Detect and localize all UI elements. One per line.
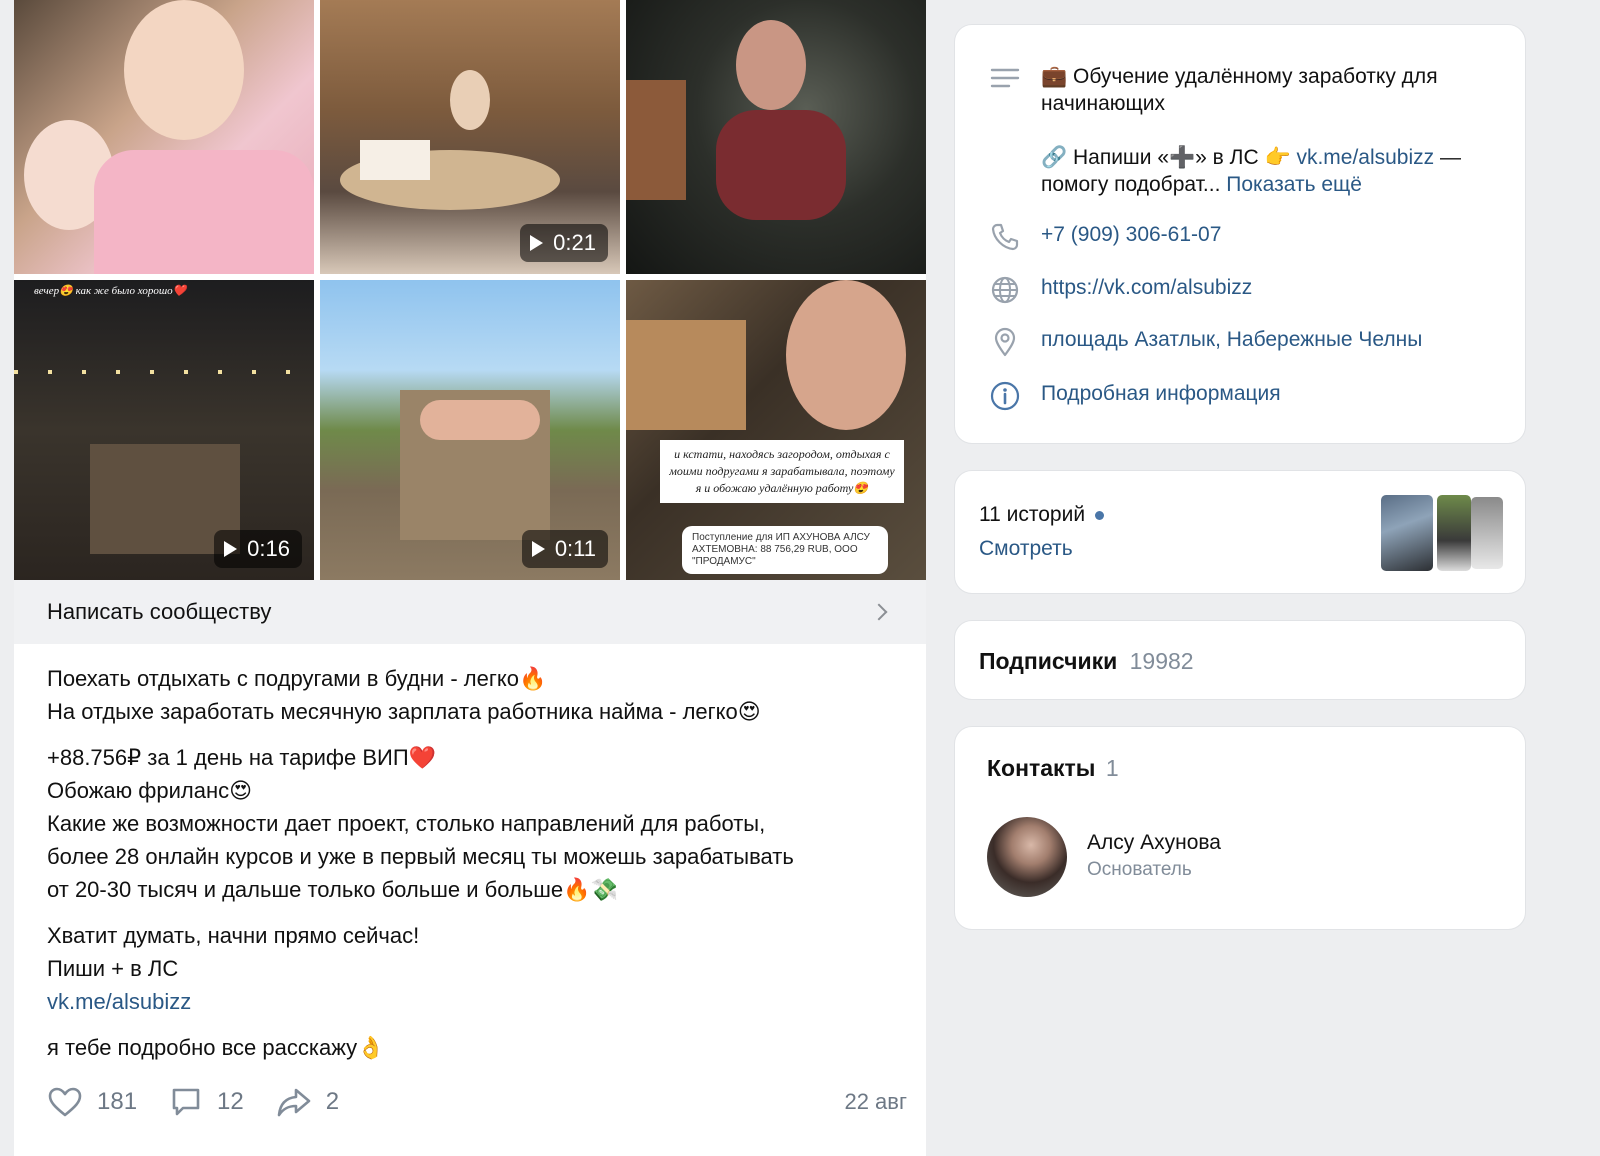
contact-role: Основатель	[1087, 859, 1192, 880]
address-link[interactable]: площадь Азатлык, Набережные Челны	[1041, 326, 1422, 353]
subscribers-label: Подписчики	[979, 648, 1118, 674]
menu-lines-icon	[990, 68, 1020, 88]
stories-count: 11 историй	[979, 503, 1086, 526]
story-thumbnails[interactable]	[1381, 495, 1503, 571]
contacts-count: 1	[1105, 755, 1119, 781]
post-text: Поехать отдыхать с подругами в будни - л…	[47, 662, 907, 1077]
description-line: 💼 Обучение удалённому заработку для	[1041, 65, 1438, 88]
comment-icon	[172, 1088, 200, 1116]
share-count: 2	[325, 1088, 340, 1115]
story-caption: вечер😍 как же было хорошо❤️	[34, 285, 187, 297]
post-text-line: Пиши + в ЛС	[47, 956, 179, 981]
community-description: 💼 Обучение удалённому заработку для начи…	[1041, 63, 1501, 198]
subscribers-row: Подписчики 19982	[979, 648, 1194, 675]
location-pin-icon	[994, 327, 1016, 357]
post-text-line: от 20-30 тысяч и дальше только больше и …	[47, 877, 618, 902]
description-line: 🔗 Напиши «➕» в ЛС 👉	[1041, 146, 1297, 169]
description-link[interactable]: vk.me/alsubizz	[1296, 146, 1434, 169]
post-card: 0:21 вечер😍 как же было хорошо❤️ 0:16 0:…	[14, 0, 926, 1156]
write-to-community-button[interactable]: Написать сообществу	[14, 580, 926, 644]
details-row[interactable]: Подробная информация	[989, 380, 1281, 412]
website-link[interactable]: https://vk.com/alsubizz	[1041, 274, 1252, 301]
contact-item[interactable]: Алсу Ахунова Основатель	[987, 817, 1487, 897]
story-thumbnail	[1471, 497, 1503, 569]
contacts-card: Контакты 1 Алсу Ахунова Основатель	[954, 726, 1526, 930]
post-link[interactable]: vk.me/alsubizz	[47, 989, 191, 1014]
story-thumbnail	[1381, 495, 1433, 571]
avatar[interactable]	[987, 817, 1067, 897]
play-icon	[530, 235, 544, 251]
subscribers-count: 19982	[1129, 648, 1194, 674]
story-thumbnail	[1437, 495, 1471, 571]
post-text-line: Какие же возможности дает проект, стольк…	[47, 811, 766, 836]
community-info-card: 💼 Обучение удалённому заработку для начи…	[954, 24, 1526, 444]
post-text-line: +88.756₽ за 1 день на тарифе ВИП❤️	[47, 745, 437, 770]
video-duration-badge: 0:11	[521, 530, 608, 568]
comment-button[interactable]: 12	[169, 1085, 244, 1119]
contacts-header[interactable]: Контакты 1	[987, 755, 1119, 782]
video-duration-badge: 0:16	[214, 530, 302, 568]
globe-icon	[991, 276, 1019, 304]
play-icon	[224, 541, 238, 557]
video-duration: 0:11	[554, 536, 596, 561]
photo-overlay-caption: и кстати, находясь загородом, отдыхая с …	[660, 440, 904, 503]
video-duration-badge: 0:21	[520, 224, 608, 262]
like-count: 181	[97, 1088, 138, 1115]
comment-count: 12	[217, 1088, 244, 1115]
chevron-right-icon	[870, 603, 888, 621]
description-line: начинающих	[1041, 92, 1166, 115]
info-icon	[990, 381, 1020, 411]
details-link[interactable]: Подробная информация	[1041, 380, 1281, 407]
share-button[interactable]: 2	[276, 1086, 339, 1118]
post-text-line: более 28 онлайн курсов и уже в первый ме…	[47, 844, 794, 869]
post-text-line: Обожаю фриланс😍	[47, 778, 253, 803]
write-to-community-label: Написать сообществу	[47, 599, 272, 624]
stories-count-row: 11 историй	[979, 503, 1105, 527]
description-row: 💼 Обучение удалённому заработку для начи…	[989, 63, 1501, 198]
post-text-line: я тебе подробно все расскажу👌	[47, 1035, 385, 1060]
post-actions: 181 12 2 22 авг	[47, 1082, 907, 1122]
photo-overlay-receipt: Поступление для ИП АХУНОВА АЛСУ АХТЕМОВН…	[682, 526, 888, 574]
phone-icon	[991, 223, 1019, 251]
phone-row[interactable]: +7 (909) 306-61-07	[989, 221, 1221, 253]
website-row[interactable]: https://vk.com/alsubizz	[989, 274, 1252, 306]
post-video-3[interactable]: 0:11	[320, 280, 620, 580]
post-media-grid: 0:21 вечер😍 как же было хорошо❤️ 0:16 0:…	[14, 0, 926, 580]
address-row[interactable]: площадь Азатлык, Набережные Челны	[989, 326, 1422, 358]
heart-icon	[48, 1087, 82, 1117]
watch-stories-link[interactable]: Смотреть	[979, 537, 1073, 561]
video-duration: 0:21	[553, 230, 596, 255]
video-duration: 0:16	[247, 536, 290, 561]
post-text-line: Хватит думать, начни прямо сейчас!	[47, 923, 420, 948]
post-text-line: На отдыхе заработать месячную зарплата р…	[47, 699, 761, 724]
contact-name[interactable]: Алсу Ахунова	[1087, 831, 1221, 855]
show-more-link[interactable]: Показать ещё	[1226, 173, 1362, 196]
post-date[interactable]: 22 авг	[844, 1089, 907, 1115]
post-photo-3[interactable]: и кстати, находясь загородом, отдыхая с …	[626, 280, 926, 580]
share-icon	[277, 1088, 311, 1117]
post-photo-2[interactable]	[626, 0, 926, 274]
subscribers-card[interactable]: Подписчики 19982	[954, 620, 1526, 700]
unread-dot-icon	[1095, 510, 1105, 520]
post-photo-1[interactable]	[14, 0, 314, 274]
description-line: —	[1434, 146, 1461, 169]
phone-link[interactable]: +7 (909) 306-61-07	[1041, 221, 1221, 248]
contacts-label: Контакты	[987, 755, 1096, 781]
post-text-line: Поехать отдыхать с подругами в будни - л…	[47, 666, 547, 691]
description-line: помогу подобрат...	[1041, 173, 1221, 196]
post-video-2[interactable]: вечер😍 как же было хорошо❤️ 0:16	[14, 280, 314, 580]
post-video-1[interactable]: 0:21	[320, 0, 620, 274]
play-icon	[531, 541, 545, 557]
like-button[interactable]: 181	[47, 1086, 137, 1118]
stories-card[interactable]: 11 историй Смотреть	[954, 470, 1526, 594]
